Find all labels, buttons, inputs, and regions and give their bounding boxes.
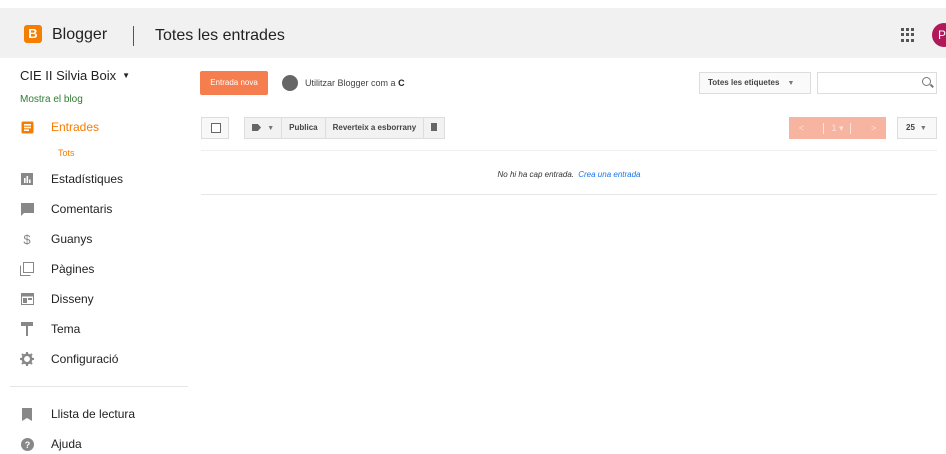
header-divider bbox=[133, 26, 134, 46]
chevron-down-icon: ▼ bbox=[919, 125, 927, 132]
gear-icon bbox=[20, 352, 34, 366]
avatar[interactable]: P bbox=[932, 23, 946, 47]
page-number[interactable]: 1 ▾ bbox=[823, 122, 852, 134]
sidebar-item-comments[interactable]: Comentaris bbox=[20, 199, 112, 219]
theme-icon bbox=[20, 322, 34, 336]
posts-icon bbox=[20, 120, 34, 134]
labels-filter-value: Totes les etiquetes bbox=[708, 78, 780, 87]
list-divider bbox=[201, 194, 937, 195]
chevron-down-icon: ▼ bbox=[267, 125, 275, 132]
list-divider bbox=[201, 150, 937, 151]
prev-page-icon[interactable]: < bbox=[799, 123, 804, 133]
sidebar-item-posts[interactable]: Entrades bbox=[20, 117, 99, 137]
empty-text: No hi ha cap entrada. bbox=[497, 170, 575, 179]
page-title: Totes les entrades bbox=[155, 27, 285, 44]
publish-button[interactable]: Publica bbox=[282, 118, 326, 138]
sidebar-item-label: Tema bbox=[51, 322, 81, 336]
view-blog-link[interactable]: Mostra el blog bbox=[20, 94, 83, 105]
blog-name: CIE II Silvia Boix bbox=[20, 68, 117, 83]
tag-icon bbox=[252, 124, 261, 131]
create-post-link[interactable]: Crea una entrada bbox=[578, 170, 640, 179]
delete-button[interactable] bbox=[424, 118, 444, 138]
sidebar-item-pages[interactable]: Pàgines bbox=[20, 259, 94, 279]
svg-text:?: ? bbox=[24, 440, 30, 450]
user-avatar-icon bbox=[282, 75, 298, 91]
sidebar-subitem-all[interactable]: Tots bbox=[58, 148, 75, 158]
sidebar-item-label: Llista de lectura bbox=[51, 407, 136, 421]
sidebar-item-label: Entrades bbox=[51, 120, 100, 134]
sidebar-item-label: Ajuda bbox=[51, 437, 82, 451]
per-page-value: 25 bbox=[906, 123, 915, 132]
top-bar: B Blogger Totes les entrades P bbox=[0, 8, 946, 58]
sidebar-item-help[interactable]: ? Ajuda bbox=[20, 434, 82, 454]
sidebar-item-label: Pàgines bbox=[51, 262, 95, 276]
per-page-select[interactable]: 25 ▼ bbox=[897, 117, 937, 139]
layout-icon bbox=[20, 292, 34, 306]
sidebar-item-theme[interactable]: Tema bbox=[20, 319, 80, 339]
dollar-icon: $ bbox=[23, 231, 31, 247]
sidebar-item-settings[interactable]: Configuració bbox=[20, 349, 118, 369]
page-number-value: 1 bbox=[831, 122, 837, 133]
search-icon[interactable] bbox=[922, 77, 931, 86]
sidebar-item-label: Comentaris bbox=[51, 202, 113, 216]
trash-icon bbox=[431, 123, 438, 131]
pages-icon bbox=[20, 262, 34, 276]
new-post-button[interactable]: Entrada nova bbox=[200, 71, 268, 95]
sidebar-item-layout[interactable]: Disseny bbox=[20, 289, 94, 309]
sidebar-item-label: Configuració bbox=[51, 352, 119, 366]
blogger-logo-icon[interactable]: B bbox=[24, 25, 42, 43]
sidebar-item-label: Disseny bbox=[51, 292, 94, 306]
sidebar-divider bbox=[10, 386, 188, 387]
chevron-down-icon: ▼ bbox=[787, 80, 795, 87]
labels-filter-select[interactable]: Totes les etiquetes ▼ bbox=[699, 72, 811, 94]
pagination: < 1 ▾ > bbox=[789, 117, 886, 139]
next-page-icon[interactable]: > bbox=[871, 123, 876, 133]
apps-grid-icon[interactable] bbox=[901, 28, 915, 42]
brand-name[interactable]: Blogger bbox=[52, 26, 107, 44]
select-all-checkbox[interactable] bbox=[201, 117, 229, 139]
sidebar-item-stats[interactable]: Estadístiques bbox=[20, 169, 123, 189]
bulk-actions-toolbar: ▼ Publica Reverteix a esborrany bbox=[244, 117, 446, 139]
search-input[interactable] bbox=[817, 72, 937, 94]
use-blogger-as[interactable]: Utilitzar Blogger com a C bbox=[305, 78, 405, 88]
use-as-value: C bbox=[398, 78, 405, 88]
sidebar-item-label: Guanys bbox=[51, 232, 93, 246]
comments-icon bbox=[20, 202, 34, 216]
revert-to-draft-button[interactable]: Reverteix a esborrany bbox=[326, 118, 425, 138]
sidebar-item-label: Estadístiques bbox=[51, 172, 124, 186]
use-as-label: Utilitzar Blogger com a bbox=[305, 78, 396, 88]
sidebar-item-reading-list[interactable]: Llista de lectura bbox=[20, 404, 135, 424]
help-icon: ? bbox=[20, 437, 34, 451]
label-menu-button[interactable]: ▼ bbox=[245, 118, 283, 138]
sidebar-item-earnings[interactable]: $ Guanys bbox=[20, 229, 92, 249]
chevron-down-icon: ▼ bbox=[122, 71, 131, 80]
blog-selector[interactable]: CIE II Silvia Boix ▼ bbox=[20, 68, 130, 83]
bookmark-icon bbox=[20, 407, 34, 421]
stats-icon bbox=[20, 172, 34, 186]
empty-message: No hi ha cap entrada. Crea una entrada bbox=[201, 170, 937, 179]
